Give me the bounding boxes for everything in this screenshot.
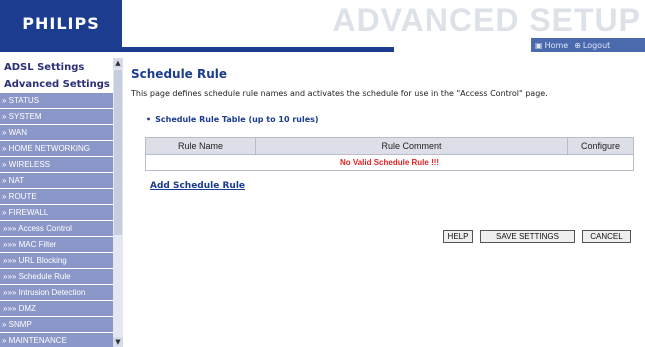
sidebar-item-firewall[interactable]: » FIREWALL	[0, 205, 113, 220]
add-schedule-rule-link[interactable]: Add Schedule Rule	[150, 181, 245, 191]
bullet-icon: •	[146, 115, 152, 124]
top-nav: ▣ Home ⊕ Logout	[531, 38, 645, 52]
sidebar-item-intrusion-detection[interactable]: »»» Intrusion Detection	[0, 285, 113, 300]
empty-table-message: No Valid Schedule Rule !!!	[145, 154, 634, 171]
home-label: Home	[544, 40, 569, 50]
sidebar-item-url-blocking[interactable]: »»» URL Blocking	[0, 253, 113, 268]
table-title-text: Schedule Rule Table (up to 10 rules)	[155, 115, 319, 124]
sidebar-item-route[interactable]: » ROUTE	[0, 189, 113, 204]
sidebar-item-system[interactable]: » SYSTEM	[0, 109, 113, 124]
home-link[interactable]: ▣ Home	[535, 41, 568, 50]
sidebar-item-mac-filter[interactable]: »»» MAC Filter	[0, 237, 113, 252]
save-settings-button[interactable]: SAVE SETTINGS	[480, 230, 575, 243]
logout-label: Logout	[582, 40, 611, 50]
logout-link[interactable]: ⊕ Logout	[574, 41, 610, 50]
sidebar-item-snmp[interactable]: » SNMP	[0, 317, 113, 332]
scroll-down-icon[interactable]: ▼	[113, 337, 123, 347]
sidebar: ADSL Settings Advanced Settings » STATUS…	[0, 58, 113, 347]
sidebar-item-maintenance[interactable]: » MAINTENANCE	[0, 333, 113, 347]
header-divider	[122, 47, 394, 52]
page-title: Schedule Rule	[131, 67, 228, 81]
sidebar-item-wan[interactable]: » WAN	[0, 125, 113, 140]
sidebar-item-schedule-rule[interactable]: »»» Schedule Rule	[0, 269, 113, 284]
cancel-button[interactable]: CANCEL	[582, 230, 631, 243]
page-description: This page defines schedule rule names an…	[131, 89, 548, 98]
sidebar-item-home-networking[interactable]: » HOME NETWORKING	[0, 141, 113, 156]
table-row: No Valid Schedule Rule !!!	[145, 154, 634, 171]
logo-box: PHILIPS	[0, 0, 122, 52]
table-title: • Schedule Rule Table (up to 10 rules)	[146, 115, 319, 124]
home-icon: ▣	[535, 40, 543, 50]
sidebar-item-access-control[interactable]: »»» Access Control	[0, 221, 113, 236]
sidebar-adsl-settings[interactable]: ADSL Settings	[4, 60, 113, 75]
sidebar-item-wireless[interactable]: » WIRELESS	[0, 157, 113, 172]
sidebar-scrollbar[interactable]: ▲ ▼	[113, 58, 123, 347]
sidebar-advanced-settings[interactable]: Advanced Settings	[4, 77, 113, 92]
column-header-rule-name: Rule Name	[145, 137, 256, 155]
logout-icon: ⊕	[574, 40, 581, 50]
scroll-up-icon[interactable]: ▲	[113, 58, 123, 68]
logo: PHILIPS	[22, 14, 100, 33]
column-header-configure: Configure	[567, 137, 634, 155]
table-header-row: Rule Name Rule Comment Configure	[145, 137, 634, 155]
sidebar-item-status[interactable]: » STATUS	[0, 93, 113, 108]
column-header-rule-comment: Rule Comment	[255, 137, 568, 155]
sidebar-item-dmz[interactable]: »»» DMZ	[0, 301, 113, 316]
help-button[interactable]: HELP	[443, 230, 473, 243]
page-header-title: ADVANCED SETUP	[332, 2, 641, 38]
sidebar-item-nat[interactable]: » NAT	[0, 173, 113, 188]
scrollbar-thumb[interactable]	[114, 70, 122, 235]
schedule-rule-table: Rule Name Rule Comment Configure No Vali…	[145, 137, 634, 171]
